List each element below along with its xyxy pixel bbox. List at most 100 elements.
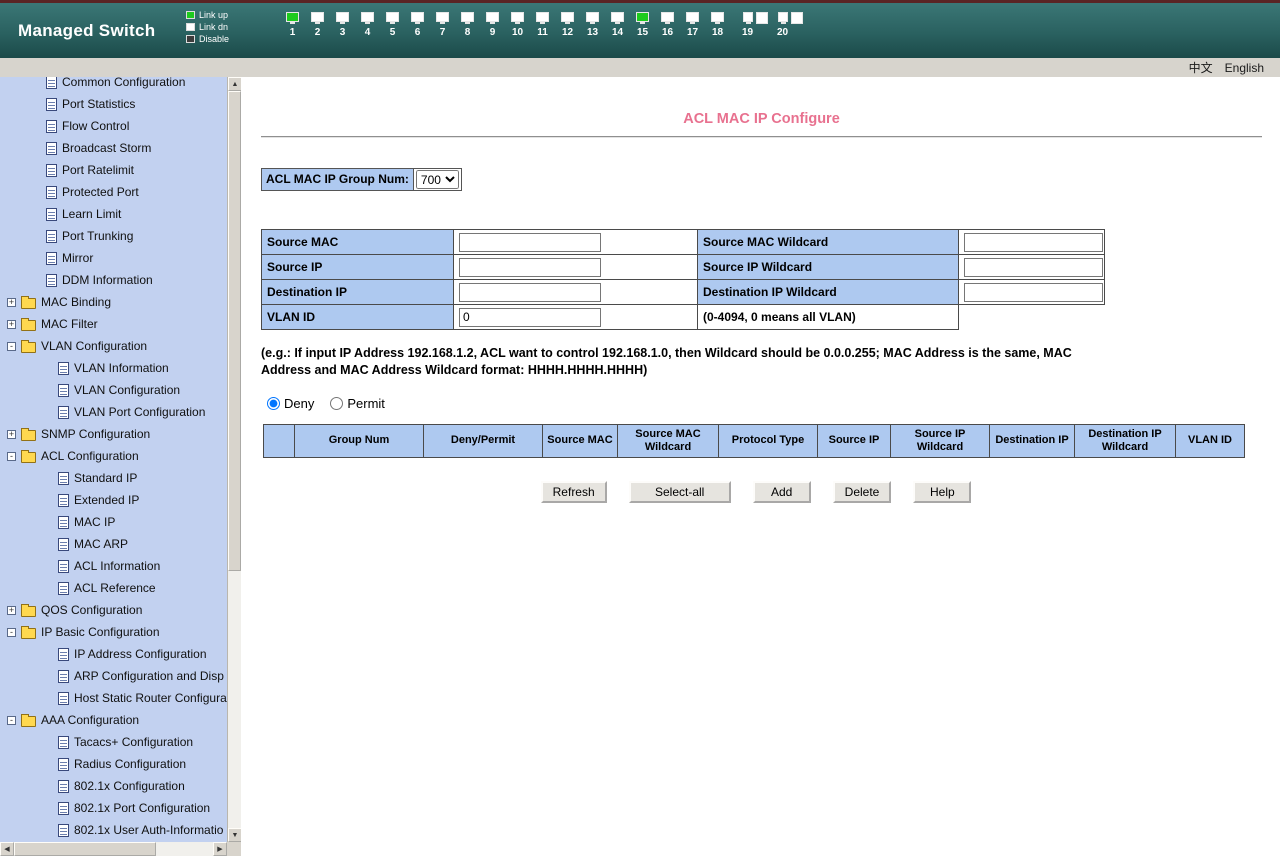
source-ip-input[interactable] bbox=[459, 257, 601, 277]
port-indicator[interactable]: 16 bbox=[655, 12, 680, 38]
sidebar-item[interactable]: IP Address Configuration bbox=[0, 643, 227, 665]
sidebar-item[interactable]: DDM Information bbox=[0, 269, 227, 291]
sidebar-item[interactable]: 802.1x Configuration bbox=[0, 775, 227, 797]
port-indicator[interactable]: 19 bbox=[730, 12, 768, 38]
sidebar-item[interactable]: Standard IP bbox=[0, 467, 227, 489]
sidebar-item[interactable]: MAC Binding bbox=[0, 291, 227, 313]
tree-toggle-icon[interactable] bbox=[7, 715, 16, 725]
port-indicator[interactable]: 1 bbox=[280, 12, 305, 38]
permit-radio-option[interactable]: Permit bbox=[330, 396, 385, 411]
vlan-id-input[interactable] bbox=[459, 307, 601, 327]
sidebar-item[interactable]: Host Static Router Configura bbox=[0, 687, 227, 709]
sidebar-item[interactable]: Protected Port bbox=[0, 181, 227, 203]
scroll-down-icon[interactable] bbox=[228, 828, 241, 842]
port-indicator[interactable]: 5 bbox=[380, 12, 405, 38]
vertical-scrollbar-track[interactable] bbox=[228, 571, 241, 828]
port-indicator[interactable]: 4 bbox=[355, 12, 380, 38]
tree-toggle-icon[interactable] bbox=[7, 341, 16, 351]
deny-radio-option[interactable]: Deny bbox=[267, 396, 314, 411]
sidebar-horizontal-scrollbar[interactable] bbox=[0, 842, 227, 856]
source-mac-input[interactable] bbox=[459, 232, 601, 252]
tree-toggle-icon[interactable] bbox=[7, 297, 16, 307]
sidebar-item[interactable]: Learn Limit bbox=[0, 203, 227, 225]
sidebar-item[interactable]: Extended IP bbox=[0, 489, 227, 511]
sidebar-item[interactable]: Radius Configuration bbox=[0, 753, 227, 775]
sidebar-item[interactable]: Common Configuration bbox=[0, 77, 227, 93]
port-indicator[interactable]: 2 bbox=[305, 12, 330, 38]
sidebar-item[interactable]: VLAN Configuration bbox=[0, 379, 227, 401]
sidebar-item[interactable]: MAC ARP bbox=[0, 533, 227, 555]
add-button[interactable]: Add bbox=[752, 480, 811, 503]
sidebar-item-label: VLAN Port Configuration bbox=[74, 405, 206, 419]
lang-chinese-link[interactable]: 中文 bbox=[1189, 59, 1213, 76]
source-mac-wildcard-input[interactable] bbox=[964, 232, 1103, 252]
sidebar-item[interactable]: Mirror bbox=[0, 247, 227, 269]
port-indicator[interactable]: 11 bbox=[530, 12, 555, 38]
help-button[interactable]: Help bbox=[913, 480, 972, 503]
tree-toggle-icon[interactable] bbox=[7, 627, 16, 637]
destination-ip-input[interactable] bbox=[459, 282, 601, 302]
sidebar-item[interactable]: ACL Reference bbox=[0, 577, 227, 599]
tree-toggle-icon[interactable] bbox=[7, 605, 16, 615]
sidebar-item[interactable]: Port Trunking bbox=[0, 225, 227, 247]
sidebar-item[interactable]: AAA Configuration bbox=[0, 709, 227, 731]
port-indicator[interactable]: 8 bbox=[455, 12, 480, 38]
sidebar-item[interactable]: Broadcast Storm bbox=[0, 137, 227, 159]
port-indicator[interactable]: 7 bbox=[430, 12, 455, 38]
horizontal-scrollbar-track[interactable] bbox=[156, 842, 213, 856]
source-ip-wildcard-input[interactable] bbox=[964, 257, 1103, 277]
tree-toggle-icon[interactable] bbox=[7, 319, 16, 329]
tree-node-icon bbox=[58, 691, 69, 705]
port-indicator[interactable]: 13 bbox=[580, 12, 605, 38]
sidebar-item-label: MAC Filter bbox=[41, 317, 98, 331]
sidebar-item[interactable]: Port Ratelimit bbox=[0, 159, 227, 181]
port-indicator[interactable]: 20 bbox=[765, 12, 803, 38]
sidebar-item[interactable]: ACL Configuration bbox=[0, 445, 227, 467]
sidebar-item[interactable]: 802.1x Port Configuration bbox=[0, 797, 227, 819]
sidebar-item[interactable]: Flow Control bbox=[0, 115, 227, 137]
sidebar-item[interactable]: SNMP Configuration bbox=[0, 423, 227, 445]
port-indicator[interactable]: 14 bbox=[605, 12, 630, 38]
port-indicator[interactable]: 12 bbox=[555, 12, 580, 38]
tree-node-icon bbox=[58, 537, 69, 551]
port-number: 19 bbox=[741, 27, 754, 38]
horizontal-scrollbar-thumb[interactable] bbox=[14, 842, 156, 856]
port-indicator[interactable]: 10 bbox=[505, 12, 530, 38]
sidebar-item[interactable]: Port Statistics bbox=[0, 93, 227, 115]
delete-button[interactable]: Delete bbox=[832, 480, 892, 503]
sidebar-item[interactable]: VLAN Configuration bbox=[0, 335, 227, 357]
sidebar-item[interactable]: MAC Filter bbox=[0, 313, 227, 335]
destination-ip-wildcard-input[interactable] bbox=[964, 282, 1103, 302]
permit-radio[interactable] bbox=[330, 396, 344, 410]
lang-english-link[interactable]: English bbox=[1225, 61, 1264, 75]
source-mac-wildcard-cell bbox=[958, 229, 1105, 255]
port-indicator[interactable]: 15 bbox=[630, 12, 655, 38]
sidebar-item[interactable]: Tacacs+ Configuration bbox=[0, 731, 227, 753]
sidebar-item[interactable]: 802.1x User Auth-Informatio bbox=[0, 819, 227, 841]
sidebar-item[interactable]: VLAN Information bbox=[0, 357, 227, 379]
deny-radio[interactable] bbox=[267, 396, 280, 410]
port-indicator[interactable]: 9 bbox=[480, 12, 505, 38]
scroll-up-icon[interactable] bbox=[228, 77, 241, 91]
sidebar-item[interactable]: IP Basic Configuration bbox=[0, 621, 227, 643]
top-banner: Managed Switch Link up Link dn Disable 1 bbox=[0, 0, 1280, 58]
sidebar-item[interactable]: ACL Information bbox=[0, 555, 227, 577]
tree-toggle-icon[interactable] bbox=[7, 429, 16, 439]
select-all-button[interactable]: Select-all bbox=[628, 480, 731, 503]
tree-node-icon bbox=[58, 581, 69, 595]
sidebar-item[interactable]: VLAN Port Configuration bbox=[0, 401, 227, 423]
scroll-right-icon[interactable] bbox=[213, 842, 227, 856]
scroll-left-icon[interactable] bbox=[0, 842, 14, 856]
refresh-button[interactable]: Refresh bbox=[540, 480, 607, 503]
vertical-scrollbar-thumb[interactable] bbox=[228, 91, 241, 571]
port-indicator[interactable]: 3 bbox=[330, 12, 355, 38]
tree-toggle-icon[interactable] bbox=[7, 451, 16, 461]
group-num-select[interactable]: 700 bbox=[415, 170, 459, 189]
sidebar-item[interactable]: ARP Configuration and Disp bbox=[0, 665, 227, 687]
sidebar-vertical-scrollbar[interactable] bbox=[227, 77, 241, 842]
port-indicator[interactable]: 18 bbox=[705, 12, 730, 38]
sidebar-item[interactable]: MAC IP bbox=[0, 511, 227, 533]
sidebar-item[interactable]: QOS Configuration bbox=[0, 599, 227, 621]
port-indicator[interactable]: 6 bbox=[405, 12, 430, 38]
port-indicator[interactable]: 17 bbox=[680, 12, 705, 38]
